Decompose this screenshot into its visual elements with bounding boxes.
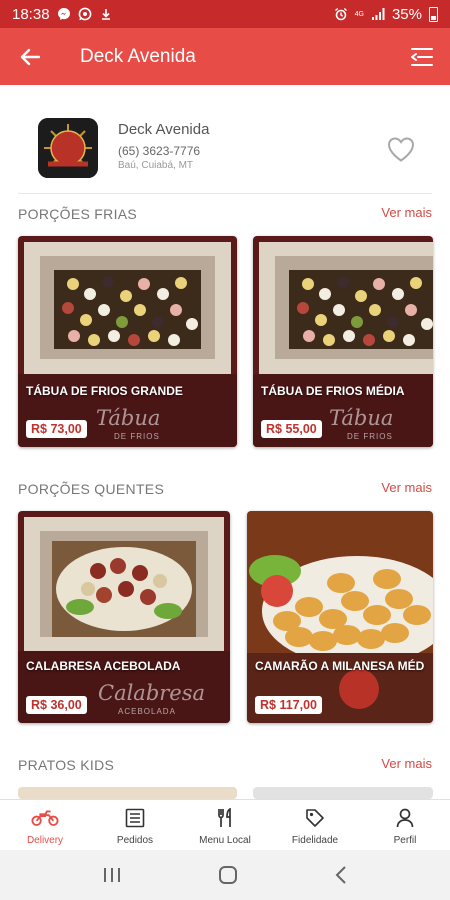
alarm-icon: [334, 7, 347, 21]
cutlery-icon: [211, 807, 239, 829]
nav-fidelidade[interactable]: Fidelidade: [270, 800, 360, 850]
store-phone[interactable]: (65) 3623-7776: [118, 144, 200, 158]
product-name: TÁBUA DE FRIOS GRANDE: [26, 384, 183, 398]
list-icon: [121, 807, 149, 829]
product-script-subtext: DE FRIOS: [114, 432, 160, 441]
see-more-porcoes-quentes[interactable]: Ver mais: [381, 480, 432, 495]
menu-button[interactable]: [394, 28, 450, 85]
system-nav-bar: [0, 850, 450, 900]
nav-label: Fidelidade: [291, 835, 339, 846]
person-icon: [391, 807, 419, 829]
app-bar: Deck Avenida: [0, 28, 450, 85]
product-price: R$ 55,00: [261, 420, 322, 438]
nav-label: Delivery: [26, 835, 64, 846]
product-card[interactable]: CAMARÃO A MILANESA MÉD R$ 117,00: [247, 511, 433, 723]
menu-icon: [411, 47, 433, 66]
nav-label: Pedidos: [116, 835, 154, 846]
product-script-subtext: ACEBOLADA: [118, 707, 176, 716]
store-logo: [38, 118, 98, 178]
section-title-porcoes-frias: PORÇÕES FRIAS: [18, 206, 138, 222]
product-card[interactable]: TÁBUA DE FRIOS GRANDE R$ 73,00 Tábua DE …: [18, 236, 237, 447]
nav-label: Menu Local: [199, 835, 251, 846]
product-script-text: Calabresa: [98, 681, 206, 705]
tag-icon: [301, 807, 329, 829]
status-time: 18:38: [12, 5, 50, 23]
product-name: TÁBUA DE FRIOS MÉDIA: [261, 384, 405, 398]
nav-delivery[interactable]: Delivery: [0, 800, 90, 850]
store-header: Deck Avenida (65) 3623-7776 Baú, Cuiabá,…: [0, 85, 450, 195]
home-icon[interactable]: [217, 864, 239, 886]
divider: [18, 193, 432, 194]
network-type: 4G: [354, 10, 364, 18]
battery-icon: [429, 6, 438, 22]
product-image: [247, 511, 433, 723]
arrow-left-icon: [20, 48, 40, 65]
product-script-text: Tábua: [329, 406, 394, 430]
whatsapp-icon: [78, 7, 91, 21]
bottom-nav: Delivery Pedidos Menu Local Fidelidade P…: [0, 799, 450, 850]
product-card[interactable]: [253, 787, 433, 799]
product-price: R$ 36,00: [26, 696, 87, 714]
product-card[interactable]: CALABRESA ACEBOLADA R$ 36,00 Calabresa A…: [18, 511, 230, 723]
back-button[interactable]: [0, 28, 60, 85]
status-bar: 18:38 4G 35%: [0, 0, 450, 28]
store-address: Baú, Cuiabá, MT: [118, 160, 194, 171]
nav-menu-local[interactable]: Menu Local: [180, 800, 270, 850]
product-card[interactable]: [18, 787, 237, 799]
section-title-porcoes-quentes: PORÇÕES QUENTES: [18, 481, 165, 497]
product-script-text: Tábua: [96, 406, 161, 430]
back-nav-icon[interactable]: [334, 865, 348, 885]
motorcycle-icon: [31, 807, 59, 829]
section-title-pratos-kids: PRATOS KIDS: [18, 757, 115, 773]
see-more-porcoes-frias[interactable]: Ver mais: [381, 205, 432, 220]
product-card[interactable]: TÁBUA DE FRIOS MÉDIA R$ 55,00 Tábua DE F…: [253, 236, 433, 447]
product-name: CAMARÃO A MILANESA MÉD: [255, 659, 425, 673]
battery-percent: 35%: [391, 5, 422, 23]
download-icon: [101, 9, 110, 20]
product-price: R$ 73,00: [26, 420, 87, 438]
see-more-pratos-kids[interactable]: Ver mais: [381, 756, 432, 771]
nav-label: Perfil: [393, 835, 417, 846]
favorite-heart-icon[interactable]: [386, 135, 416, 163]
page-title: Deck Avenida: [80, 45, 196, 67]
messenger-icon: [57, 8, 70, 20]
recent-apps-icon[interactable]: [102, 866, 122, 884]
store-name: Deck Avenida: [118, 121, 210, 138]
signal-icon: [371, 8, 385, 20]
nav-perfil[interactable]: Perfil: [360, 800, 450, 850]
product-price: R$ 117,00: [255, 696, 322, 714]
product-script-subtext: DE FRIOS: [347, 432, 393, 441]
nav-pedidos[interactable]: Pedidos: [90, 800, 180, 850]
product-name: CALABRESA ACEBOLADA: [26, 659, 181, 673]
